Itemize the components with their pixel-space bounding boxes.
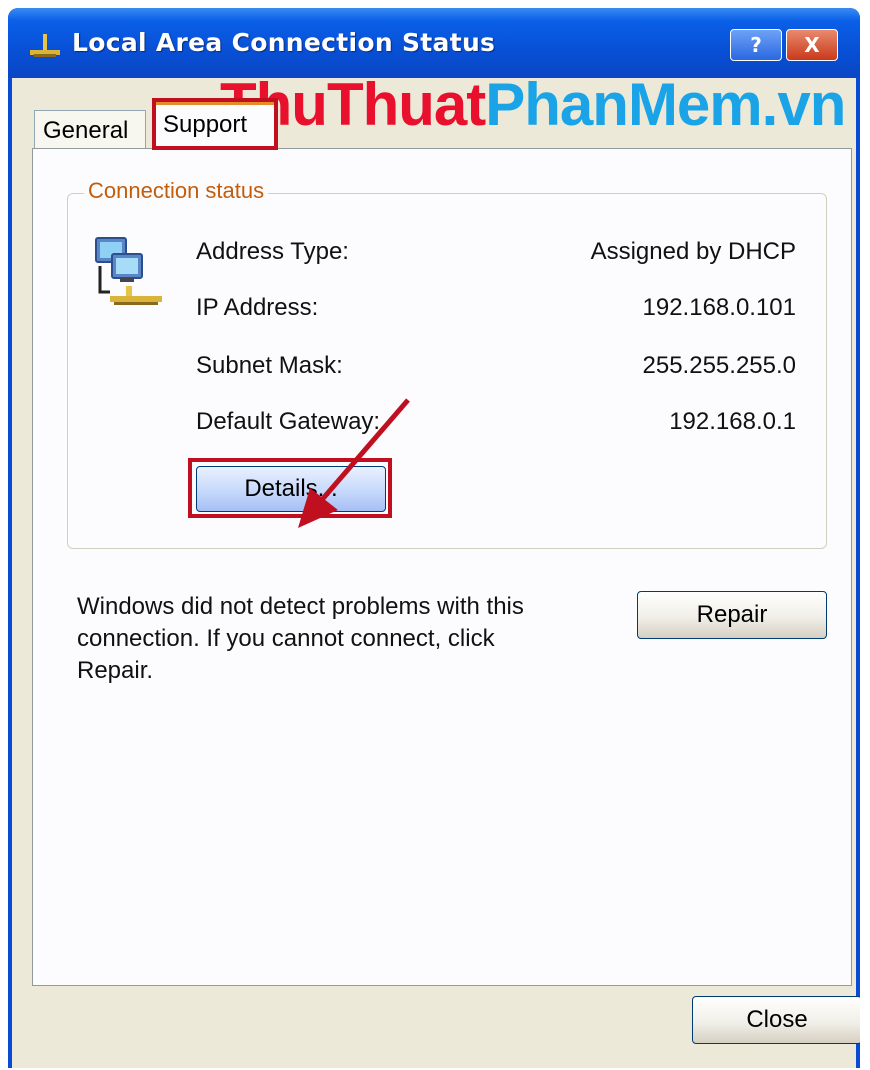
support-tab-panel: Connection status Address Type: Assigned… (32, 148, 852, 986)
title-bar[interactable]: Local Area Connection Status ? X (8, 8, 860, 78)
watermark-part2: PhanMem.vn (485, 71, 846, 138)
default-gateway-value: 192.168.0.1 (669, 408, 796, 435)
subnet-mask-value: 255.255.255.0 (642, 352, 796, 379)
tab-general-label: General (43, 117, 129, 144)
group-title: Connection status (84, 178, 269, 204)
subnet-mask-label: Subnet Mask: (196, 352, 343, 379)
diagnostic-message: Windows did not detect problems with thi… (77, 593, 524, 684)
watermark-logo: ThuThuatPhanMem.vn (220, 70, 846, 139)
network-connection-icon (30, 34, 60, 57)
address-type-row: Address Type: Assigned by DHCP (196, 238, 796, 268)
close-button[interactable]: Close (692, 996, 860, 1044)
dialog-client-area: General Support Connection status Addres… (12, 78, 860, 1068)
address-type-label: Address Type: (196, 238, 349, 265)
address-type-value: Assigned by DHCP (590, 238, 796, 265)
repair-button-label: Repair (696, 601, 768, 628)
repair-button[interactable]: Repair (637, 591, 827, 639)
window-title: Local Area Connection Status (72, 28, 496, 57)
window-close-button[interactable]: X (786, 29, 838, 61)
tab-general[interactable]: General (34, 110, 146, 150)
close-icon: X (804, 33, 820, 57)
dialog-window: Local Area Connection Status ? X General… (8, 8, 860, 1068)
close-button-label: Close (746, 1006, 808, 1033)
help-icon: ? (750, 33, 762, 57)
annotation-arrow-icon (298, 398, 410, 528)
ip-address-label: IP Address: (196, 294, 319, 321)
network-computers-icon (95, 237, 162, 305)
subnet-mask-row: Subnet Mask: 255.255.255.0 (196, 352, 796, 382)
connection-status-group: Connection status Address Type: Assigned… (67, 178, 827, 549)
tab-support-highlight-box (152, 98, 278, 150)
ip-address-row: IP Address: 192.168.0.101 (196, 294, 796, 324)
ip-address-value: 192.168.0.101 (642, 294, 796, 321)
help-button[interactable]: ? (730, 29, 782, 61)
